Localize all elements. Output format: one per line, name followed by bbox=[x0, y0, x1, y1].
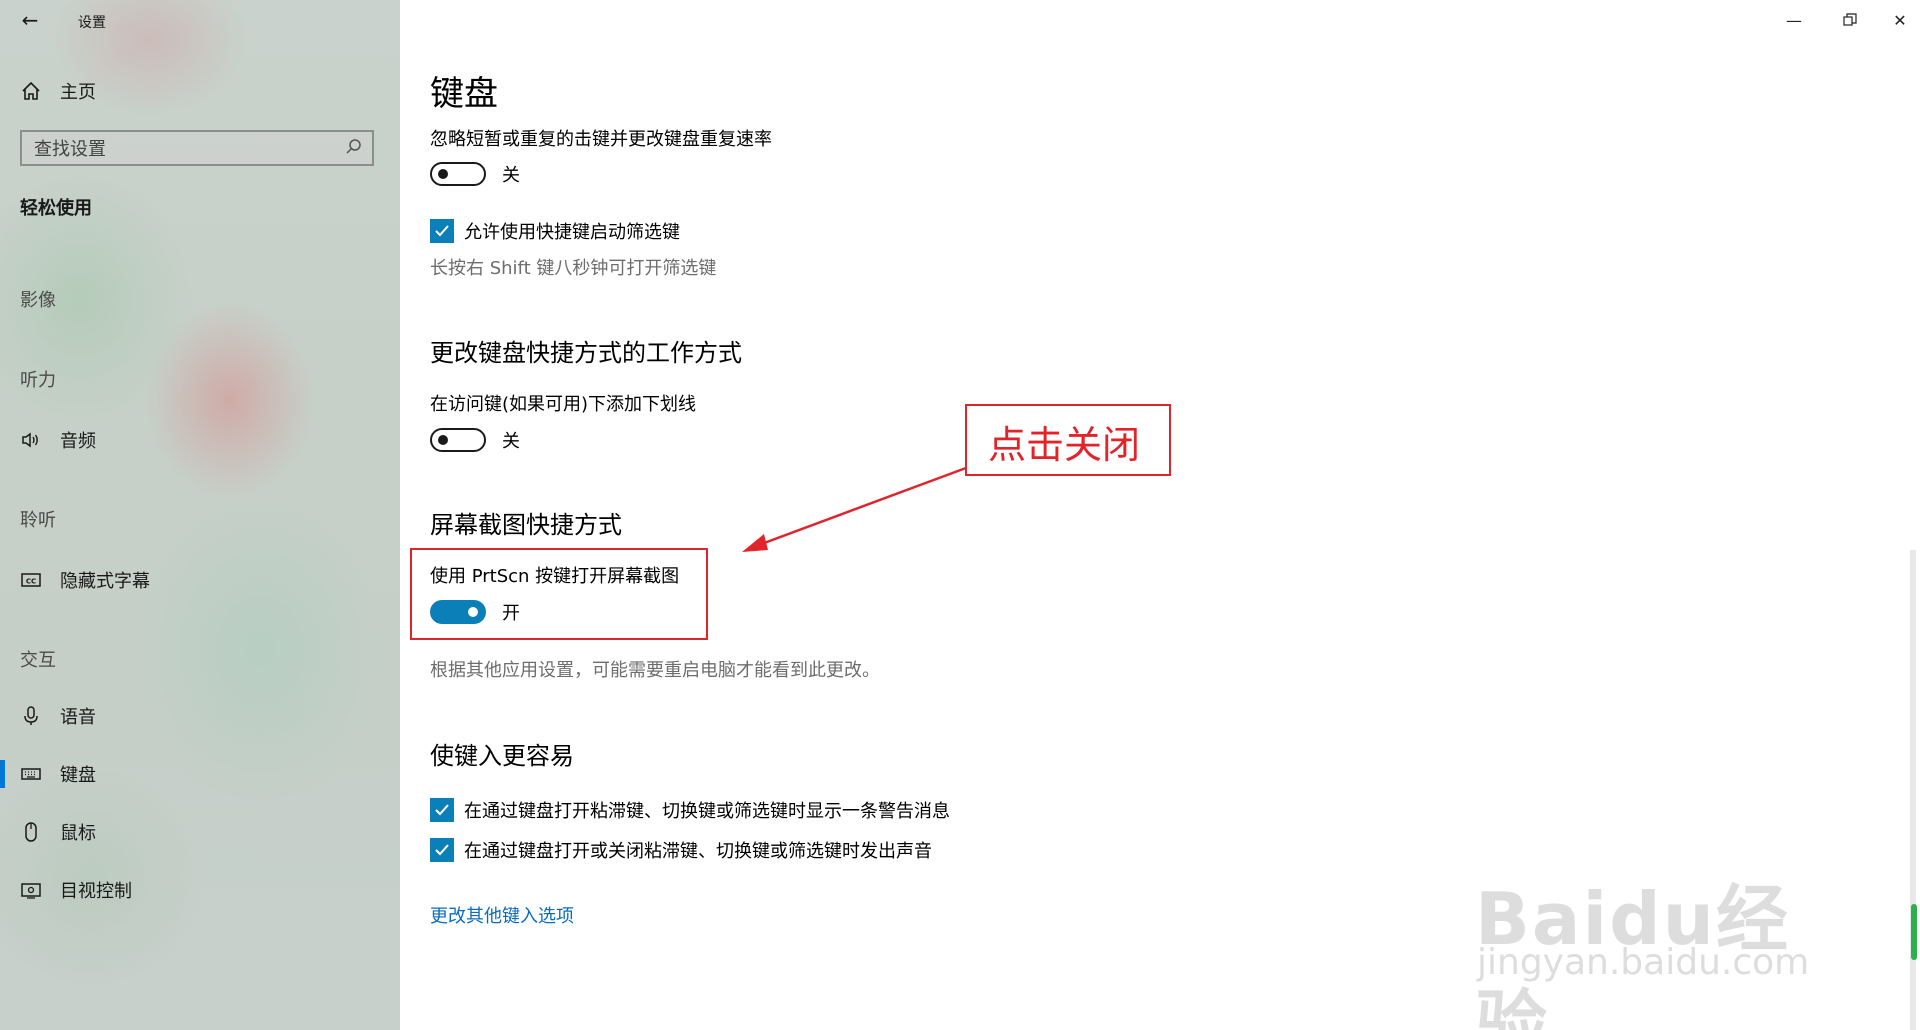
selected-indicator bbox=[0, 760, 5, 788]
sidebar-section-title: 轻松使用 bbox=[20, 198, 92, 219]
sidebar-item-mouse[interactable]: 鼠标 bbox=[20, 818, 96, 846]
checkmark-icon bbox=[435, 804, 449, 816]
filter-keys-shortcut-row: 允许使用快捷键启动筛选键 bbox=[430, 219, 680, 243]
scrollbar-thumb[interactable] bbox=[1911, 904, 1917, 960]
title-bar: ← 设置 bbox=[0, 0, 400, 40]
group-label-vision: 影像 bbox=[20, 290, 56, 311]
nav-home-label: 主页 bbox=[60, 82, 96, 103]
checkbox-label: 允许使用快捷键启动筛选键 bbox=[464, 222, 680, 243]
filter-keys-toggle-row: 关 bbox=[430, 162, 520, 186]
mouse-icon bbox=[25, 822, 37, 842]
typing-heading: 使键入更容易 bbox=[430, 742, 574, 770]
checkmark-icon bbox=[435, 225, 449, 237]
search-box[interactable] bbox=[20, 130, 374, 166]
other-typing-options-link[interactable]: 更改其他键入选项 bbox=[430, 902, 574, 928]
baidu-watermark: Baidu经验 jingyan.baidu.com bbox=[1475, 820, 1855, 1030]
closed-caption-icon: CC bbox=[21, 573, 41, 587]
checkbox-label: 在通过键盘打开粘滞键、切换键或筛选键时显示一条警告消息 bbox=[464, 801, 950, 822]
sidebar-item-audio[interactable]: 音频 bbox=[20, 426, 96, 454]
sidebar-item-keyboard[interactable]: 键盘 bbox=[20, 760, 96, 788]
sidebar-item-label: 音频 bbox=[60, 431, 96, 452]
shortcuts-heading: 更改键盘快捷方式的工作方式 bbox=[430, 339, 742, 367]
page-title: 键盘 bbox=[430, 74, 498, 114]
sidebar-item-captions[interactable]: CC 隐藏式字幕 bbox=[20, 566, 150, 594]
app-title: 设置 bbox=[78, 15, 106, 31]
printscreen-heading: 屏幕截图快捷方式 bbox=[430, 511, 622, 539]
sidebar-item-label: 隐藏式字幕 bbox=[60, 571, 150, 592]
group-label-interaction: 交互 bbox=[20, 650, 56, 671]
annotation-arrow bbox=[742, 466, 967, 552]
back-arrow-icon[interactable]: ← bbox=[18, 8, 42, 32]
speaker-icon bbox=[22, 432, 38, 448]
home-icon bbox=[22, 81, 40, 100]
eye-control-icon bbox=[21, 883, 41, 899]
sound-row: 在通过键盘打开或关闭粘滞键、切换键或筛选键时发出声音 bbox=[430, 838, 932, 862]
filter-keys-hint: 长按右 Shift 键八秒钟可打开筛选键 bbox=[430, 258, 717, 279]
annotation-text: 点击关闭 bbox=[988, 423, 1141, 467]
checkmark-icon bbox=[435, 844, 449, 856]
toggle-state-label: 关 bbox=[502, 431, 520, 452]
svg-text:CC: CC bbox=[26, 578, 36, 586]
filter-keys-toggle[interactable] bbox=[430, 162, 486, 186]
sound-checkbox[interactable] bbox=[430, 838, 454, 862]
filter-keys-shortcut-checkbox[interactable] bbox=[430, 219, 454, 243]
printscreen-note: 根据其他应用设置，可能需要重启电脑才能看到此更改。 bbox=[430, 660, 880, 681]
group-label-listening: 聆听 bbox=[20, 510, 56, 531]
highlight-box bbox=[410, 548, 708, 640]
sidebar-item-label: 目视控制 bbox=[60, 881, 132, 902]
sidebar-item-label: 鼠标 bbox=[60, 823, 96, 844]
toggle-state-label: 关 bbox=[502, 165, 520, 186]
nav-home[interactable]: 主页 bbox=[20, 78, 96, 104]
settings-window: ← 设置 主页 轻松使用 影像 听力 音频 聆听 bbox=[0, 0, 1920, 1030]
microphone-icon bbox=[24, 706, 38, 725]
group-label-hearing: 听力 bbox=[20, 370, 56, 391]
search-icon[interactable] bbox=[342, 136, 364, 158]
sidebar-item-label: 语音 bbox=[60, 707, 96, 728]
warning-message-checkbox[interactable] bbox=[430, 798, 454, 822]
keyboard-icon bbox=[21, 768, 41, 780]
warning-message-row: 在通过键盘打开粘滞键、切换键或筛选键时显示一条警告消息 bbox=[430, 798, 950, 822]
sidebar-item-label: 键盘 bbox=[60, 765, 96, 786]
sidebar-item-eye-control[interactable]: 目视控制 bbox=[20, 876, 132, 904]
content-pane: — ✕ 键盘 忽略短暂或重复的击键并更改键盘重复速率 关 允许使用快捷键启动筛选… bbox=[400, 0, 1920, 1030]
sidebar: ← 设置 主页 轻松使用 影像 听力 音频 聆听 bbox=[0, 0, 400, 1030]
sidebar-item-speech[interactable]: 语音 bbox=[20, 702, 96, 730]
watermark-url: jingyan.baidu.com bbox=[1477, 942, 1810, 983]
underline-access-keys-label: 在访问键(如果可用)下添加下划线 bbox=[430, 394, 697, 415]
checkbox-label: 在通过键盘打开或关闭粘滞键、切换键或筛选键时发出声音 bbox=[464, 841, 932, 862]
search-input[interactable] bbox=[22, 132, 336, 166]
underline-toggle-row: 关 bbox=[430, 428, 520, 452]
underline-access-keys-toggle[interactable] bbox=[430, 428, 486, 452]
close-icon[interactable]: ✕ bbox=[1880, 8, 1920, 32]
restore-icon[interactable] bbox=[1830, 8, 1870, 32]
filter-keys-label: 忽略短暂或重复的击键并更改键盘重复速率 bbox=[430, 129, 772, 150]
minimize-icon[interactable]: — bbox=[1774, 8, 1814, 32]
